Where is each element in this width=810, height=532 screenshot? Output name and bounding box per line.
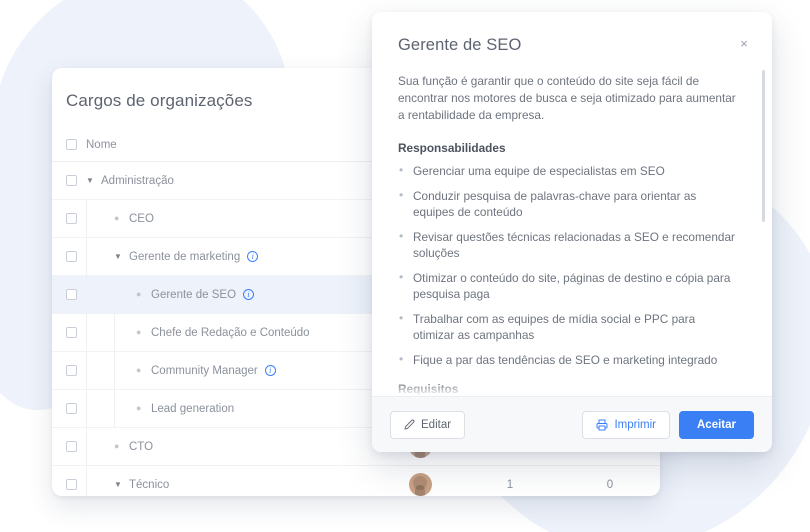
- printer-icon: [596, 419, 608, 431]
- select-all-checkbox[interactable]: [66, 139, 77, 151]
- row-name-cell[interactable]: ● Gerente de SEO i: [86, 275, 380, 314]
- row-name-label: Community Manager: [151, 364, 258, 377]
- role-description: Sua função é garantir que o conteúdo do …: [398, 74, 736, 122]
- list-item: Conduzir pesquisa de palavras-chave para…: [398, 187, 746, 221]
- row-count-1: 1: [460, 465, 560, 496]
- dialog-scrollbar-thumb[interactable]: [762, 70, 765, 222]
- section-list: Gerenciar uma equipe de especialistas em…: [398, 162, 746, 369]
- row-checkbox[interactable]: [66, 478, 77, 490]
- row-select-cell[interactable]: [52, 275, 86, 314]
- row-name-cell[interactable]: ● Community Manager i: [86, 351, 380, 390]
- row-name-cell[interactable]: ● Lead generation: [86, 389, 380, 428]
- accept-button-label: Aceitar: [697, 418, 736, 431]
- avatar[interactable]: [408, 473, 432, 496]
- table-row[interactable]: ▼ Técnico 1 0: [52, 465, 660, 496]
- column-header-name[interactable]: Nome: [86, 133, 380, 162]
- chevron-down-icon[interactable]: ▼: [86, 176, 101, 185]
- row-name-label: CTO: [129, 440, 154, 453]
- list-item: Fique a par das tendências de SEO e mark…: [398, 351, 746, 369]
- tree-indent-guide: [86, 238, 114, 275]
- row-select-cell[interactable]: [52, 161, 86, 200]
- row-select-cell[interactable]: [52, 351, 86, 390]
- bullet-icon: ●: [136, 403, 142, 413]
- role-detail-dialog: Gerente de SEO × Sua função é garantir q…: [372, 12, 772, 452]
- list-item: Revisar questões técnicas relacionadas a…: [398, 228, 746, 262]
- row-count-2: 0: [560, 465, 660, 496]
- tree-indent-guide: [86, 276, 114, 313]
- print-button[interactable]: Imprimir: [582, 410, 670, 439]
- list-item: Trabalhar com as equipes de mídia social…: [398, 310, 746, 344]
- row-name-cell[interactable]: ▼ Técnico: [86, 465, 380, 496]
- edit-button-label: Editar: [421, 418, 452, 431]
- dialog-scrollbar[interactable]: [762, 70, 765, 386]
- row-checkbox[interactable]: [66, 402, 77, 414]
- dialog-title: Gerente de SEO: [398, 36, 522, 54]
- dialog-body: Gerente de SEO × Sua função é garantir q…: [372, 12, 772, 396]
- tree-indent-guide: [114, 314, 136, 351]
- row-select-cell[interactable]: [52, 199, 86, 238]
- pencil-icon: [404, 419, 415, 430]
- tree-indent-guide: [86, 314, 114, 351]
- row-select-cell[interactable]: [52, 427, 86, 466]
- screenshot-stage: Cargos de organizações Nome Supervisores…: [0, 0, 810, 532]
- tree-indent-guide: [86, 200, 114, 237]
- row-checkbox[interactable]: [66, 288, 77, 300]
- dialog-footer-actions: Imprimir Aceitar: [582, 410, 754, 439]
- section-heading: Responsabilidades: [398, 141, 506, 155]
- section-heading: Requisitos: [398, 382, 459, 396]
- row-select-cell[interactable]: [52, 313, 86, 352]
- row-name-label: Gerente de marketing: [129, 250, 241, 263]
- row-checkbox[interactable]: [66, 174, 77, 186]
- row-name-label: Chefe de Redação e Conteúdo: [151, 326, 310, 339]
- row-name-label: Gerente de SEO: [151, 288, 237, 301]
- row-checkbox[interactable]: [66, 326, 77, 338]
- row-name-cell[interactable]: ● CEO: [86, 199, 380, 238]
- tree-indent-guide: [114, 390, 136, 427]
- info-icon[interactable]: i: [264, 365, 276, 376]
- bullet-icon: ●: [114, 441, 120, 451]
- row-name-label: CEO: [129, 212, 154, 225]
- dialog-footer: Editar Imprimir Aceitar: [372, 396, 772, 452]
- print-button-label: Imprimir: [614, 418, 656, 431]
- dialog-sections: Responsabilidades Gerenciar uma equipe de…: [398, 141, 746, 396]
- tree-indent-guide: [86, 352, 114, 389]
- row-select-cell[interactable]: [52, 389, 86, 428]
- tree-indent-guide: [86, 466, 114, 496]
- row-supervisor-cell[interactable]: [380, 465, 460, 496]
- bullet-icon: ●: [114, 213, 120, 223]
- tree-indent-guide: [86, 390, 114, 427]
- row-select-cell[interactable]: [52, 465, 86, 496]
- row-name-label: Técnico: [129, 478, 170, 491]
- tree-indent-guide: [86, 428, 114, 465]
- close-icon[interactable]: ×: [736, 36, 752, 52]
- info-icon[interactable]: i: [243, 289, 255, 300]
- row-checkbox[interactable]: [66, 364, 77, 376]
- row-name-cell[interactable]: ▼ Gerente de marketing i: [86, 237, 380, 276]
- chevron-down-icon[interactable]: ▼: [114, 480, 129, 489]
- bullet-icon: ●: [136, 289, 142, 299]
- row-name-label: Administração: [101, 174, 174, 187]
- row-checkbox[interactable]: [66, 212, 77, 224]
- row-checkbox[interactable]: [66, 440, 77, 452]
- row-select-cell[interactable]: [52, 237, 86, 276]
- row-name-cell[interactable]: ▼ Administração: [86, 161, 380, 200]
- bullet-icon: ●: [136, 327, 142, 337]
- row-checkbox[interactable]: [66, 250, 77, 262]
- row-name-cell[interactable]: ● Chefe de Redação e Conteúdo: [86, 313, 380, 352]
- list-item: Otimizar o conteúdo do site, páginas de …: [398, 269, 746, 303]
- list-item: Gerenciar uma equipe de especialistas em…: [398, 162, 746, 180]
- bullet-icon: ●: [136, 365, 142, 375]
- accept-button[interactable]: Aceitar: [679, 410, 754, 439]
- row-name-label: Lead generation: [151, 402, 235, 415]
- info-icon[interactable]: i: [247, 251, 259, 262]
- edit-button[interactable]: Editar: [390, 410, 466, 439]
- tree-indent-guide: [114, 276, 136, 313]
- select-all-header[interactable]: [52, 133, 86, 162]
- chevron-down-icon[interactable]: ▼: [114, 252, 129, 261]
- tree-indent-guide: [114, 352, 136, 389]
- row-name-cell[interactable]: ● CTO: [86, 427, 380, 466]
